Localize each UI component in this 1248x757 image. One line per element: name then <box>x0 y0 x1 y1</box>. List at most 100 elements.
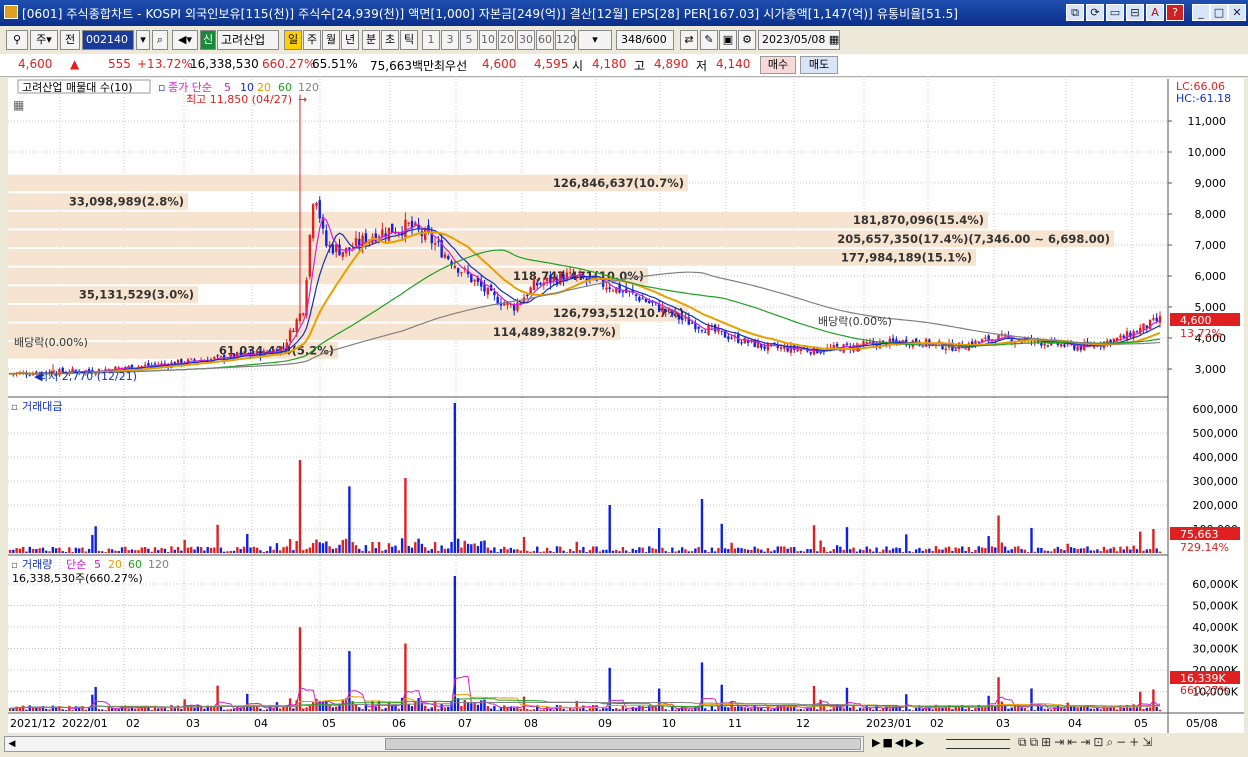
playback-controls[interactable]: ▶■◀▶▶ <box>872 736 926 749</box>
period-minute[interactable]: 분 <box>362 30 380 50</box>
volume-bar <box>628 710 631 711</box>
speaker-icon[interactable]: ◀▾ <box>172 30 198 50</box>
trade-value-bar <box>812 525 816 553</box>
volume-bar <box>470 703 473 711</box>
volume-profile-band <box>8 211 988 229</box>
trade-value-bar <box>529 551 532 553</box>
link-icon[interactable]: ⧉ <box>1066 4 1084 21</box>
volume-bar <box>173 708 176 711</box>
save-icon[interactable]: ▣ <box>719 30 737 50</box>
value-panel-title: 거래대금 <box>22 400 62 413</box>
period-second[interactable]: 초 <box>381 30 399 50</box>
trade-value-bar <box>895 547 898 553</box>
interval-60[interactable]: 60 <box>536 30 554 50</box>
volume-bar <box>134 708 137 711</box>
interval-3[interactable]: 3 <box>441 30 459 50</box>
volume-tick-label: 30,000K <box>1192 643 1238 656</box>
interval-30[interactable]: 30 <box>517 30 535 50</box>
zoom-slider[interactable] <box>946 739 1010 749</box>
trade-value-bar <box>819 540 822 553</box>
trade-value-bar <box>288 538 292 553</box>
trade-value-bar <box>908 551 911 553</box>
trade-value-bar <box>400 538 404 553</box>
count-field[interactable]: 348/600 <box>616 30 674 50</box>
x-tick-label: 05 <box>322 717 336 730</box>
buy-button[interactable]: 매수 <box>760 56 796 74</box>
help-icon[interactable]: ? <box>1166 4 1184 21</box>
interval-1[interactable]: 1 <box>422 30 440 50</box>
calendar-icon[interactable]: ▦ <box>829 33 839 46</box>
trade-value-bar <box>717 548 720 553</box>
volume-bar <box>84 709 87 711</box>
ticker-best-ask: 4,600 <box>482 57 517 71</box>
price-candle-body <box>315 202 318 206</box>
scroll-left-icon[interactable]: ◀ <box>5 737 19 751</box>
font-icon[interactable]: A <box>1146 4 1164 21</box>
zoom-icon[interactable]: ⇄ <box>680 30 698 50</box>
close-button[interactable]: ✕ <box>1228 4 1246 21</box>
stock-code-input[interactable]: 002140 <box>82 30 134 50</box>
price-candle-body <box>147 363 150 366</box>
sync-icon[interactable]: ⟳ <box>1086 4 1104 21</box>
interval-10[interactable]: 10 <box>479 30 497 50</box>
trade-value-bar <box>835 545 839 553</box>
volume-profile-label: 35,131,529(3.0%) <box>79 288 194 302</box>
volume-bar <box>180 708 183 711</box>
volume-bar <box>634 708 638 711</box>
stock-chart[interactable]: 126,846,637(10.7%) 33,098,989(2.8%) 181,87… <box>8 78 1244 736</box>
trade-value-bar <box>947 546 951 553</box>
ticker-change-pct: +13.72% <box>137 57 193 71</box>
volume-bar <box>28 705 31 711</box>
table-icon[interactable]: ▦ <box>13 98 24 112</box>
interval-120[interactable]: 120 <box>555 30 577 50</box>
trade-value-bar <box>825 551 829 553</box>
trade-value-bar <box>611 550 615 553</box>
pin-icon[interactable]: ⊟ <box>1126 4 1144 21</box>
volume-bar <box>1155 706 1158 711</box>
trade-value-bar <box>1033 551 1036 553</box>
period-day[interactable]: 일 <box>284 30 302 50</box>
x-tick-label: 04 <box>254 717 268 730</box>
period-month[interactable]: 월 <box>322 30 340 50</box>
trade-value-bar <box>598 551 602 553</box>
trade-value-bar <box>423 547 427 553</box>
x-tick-label: 04 <box>1068 717 1082 730</box>
trade-value-bar <box>858 549 862 553</box>
trade-value-bar <box>127 550 130 553</box>
interval-20[interactable]: 20 <box>498 30 516 50</box>
trade-value-bar <box>697 547 700 553</box>
prev-button[interactable]: 전 <box>60 30 80 50</box>
trade-value-bar <box>104 552 107 553</box>
code-search-icon[interactable]: ⚲ <box>6 30 28 50</box>
new-badge: 신 <box>200 30 216 50</box>
scroll-thumb[interactable] <box>385 738 861 750</box>
ticker-change: 555 <box>108 57 131 71</box>
volume-bar <box>325 700 328 711</box>
price-candle-body <box>361 235 364 247</box>
period-year[interactable]: 년 <box>341 30 359 50</box>
minimize-button[interactable]: _ <box>1192 4 1210 21</box>
settings-icon[interactable]: ⚙ <box>738 30 756 50</box>
trade-value-bar <box>440 545 443 553</box>
draw-icon[interactable]: ✎ <box>700 30 718 50</box>
view-tools[interactable]: ⧉⧉⊞⇥⇤⇥⊡⌕−+⇲ <box>1018 735 1155 750</box>
horizontal-scrollbar[interactable]: ◀ <box>4 736 864 752</box>
trade-value-bar <box>1023 549 1027 553</box>
search-icon[interactable]: ⌕ <box>152 30 168 50</box>
price-candle-body <box>404 219 407 238</box>
date-field[interactable]: 2023/05/08 ▦ <box>758 30 840 50</box>
code-dropdown-icon[interactable]: ▾ <box>136 30 150 50</box>
trade-value-bar <box>549 550 552 553</box>
maximize-button[interactable]: □ <box>1210 4 1228 21</box>
period-week[interactable]: 주 <box>303 30 321 50</box>
trade-value-bar <box>878 551 882 553</box>
window-icon[interactable]: ▭ <box>1106 4 1124 21</box>
interval-input[interactable]: ▾ <box>578 30 612 50</box>
trade-value-bar <box>578 549 582 553</box>
sell-button[interactable]: 매도 <box>800 56 838 74</box>
period-tick[interactable]: 틱 <box>400 30 418 50</box>
volume-bar <box>423 705 427 711</box>
interval-5[interactable]: 5 <box>460 30 478 50</box>
volume-bar <box>246 693 249 711</box>
market-select[interactable]: 주▾ <box>30 30 58 50</box>
